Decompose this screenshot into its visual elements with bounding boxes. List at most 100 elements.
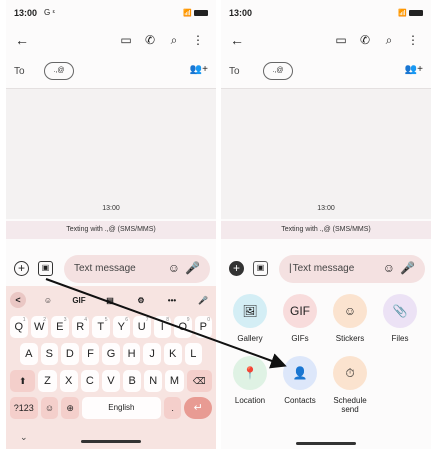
video-call-icon[interactable]: ▭ — [118, 32, 134, 48]
key-hint: 3 — [63, 317, 67, 323]
key-e[interactable]: E3 — [51, 316, 69, 338]
key-a[interactable]: A — [20, 343, 38, 365]
emoji-key[interactable]: ☺ — [40, 397, 59, 419]
key-u[interactable]: U7 — [133, 316, 151, 338]
keyboard-row-3: ⬆ Z X C V B N M ⌫ — [10, 370, 212, 392]
period-key[interactable]: . — [163, 397, 182, 419]
attach-location-button[interactable]: 📍 Location — [227, 356, 273, 405]
call-icon[interactable]: ✆ — [357, 32, 373, 48]
emoji-icon[interactable]: ☺ — [168, 261, 180, 275]
emoji-icon[interactable]: ☺ — [383, 261, 395, 275]
schedule-send-icon: ⏱ — [333, 356, 367, 390]
key-k[interactable]: K — [163, 343, 182, 365]
add-contact-icon[interactable]: 👥+ — [405, 64, 423, 75]
attach-contacts-button[interactable]: 👤 Contacts — [277, 356, 323, 405]
key-m[interactable]: M — [165, 370, 184, 392]
keyboard-row-1: Q1W2E3R4T5Y6U7I8O9P0 — [10, 316, 212, 338]
stickers-icon: ☺ — [333, 294, 367, 328]
key-t[interactable]: T5 — [92, 316, 110, 338]
search-icon[interactable]: ⌕ — [166, 32, 182, 48]
clipboard-icon[interactable]: ▤ — [101, 296, 119, 305]
mic-icon[interactable]: 🎤 — [400, 261, 415, 275]
message-placeholder: Text message — [289, 263, 355, 274]
key-n[interactable]: N — [144, 370, 163, 392]
key-r[interactable]: R4 — [71, 316, 89, 338]
key-g[interactable]: G — [102, 343, 120, 365]
settings-icon[interactable]: ⚙ — [132, 296, 150, 305]
key-hint: 5 — [104, 317, 108, 323]
key-w[interactable]: W2 — [30, 316, 48, 338]
status-time: 13:00 — [14, 8, 38, 18]
key-s[interactable]: S — [40, 343, 59, 365]
gif-button[interactable]: GIF — [70, 296, 88, 305]
video-call-icon[interactable]: ▭ — [333, 32, 349, 48]
shift-key[interactable]: ⬆ — [10, 370, 36, 392]
key-j[interactable]: J — [143, 343, 161, 365]
back-icon[interactable]: ← — [229, 32, 245, 48]
key-o[interactable]: O9 — [174, 316, 192, 338]
key-f[interactable]: F — [81, 343, 100, 365]
recipient-chip[interactable]: .,@ — [44, 62, 74, 80]
key-d[interactable]: D — [61, 343, 79, 365]
key-l[interactable]: L — [184, 343, 203, 365]
texting-banner: Texting with .,@ (SMS/MMS) — [221, 221, 431, 239]
attach-stickers-button[interactable]: ☺ Stickers — [327, 294, 373, 343]
key-hint: 7 — [145, 317, 149, 323]
attach-files-button[interactable]: 📎 Files — [377, 294, 423, 343]
message-input[interactable]: Text message ☺ 🎤 — [279, 255, 425, 283]
key-v[interactable]: V — [101, 370, 121, 392]
key-x[interactable]: X — [59, 370, 78, 392]
key-p[interactable]: P0 — [194, 316, 212, 338]
status-icons: 📶 — [398, 9, 423, 17]
backspace-key[interactable]: ⌫ — [186, 370, 212, 392]
mic-icon[interactable]: 🎤 — [185, 261, 200, 275]
signal-icon: 📶 — [398, 10, 407, 17]
add-attachment-icon[interactable]: + — [14, 261, 29, 276]
more-options-icon[interactable]: ⋮ — [190, 32, 206, 48]
gallery-icon[interactable]: ▣ — [253, 261, 268, 276]
home-gesture-bar[interactable] — [81, 440, 141, 443]
hide-keyboard-icon[interactable]: ⌄ — [20, 432, 28, 443]
conversation-area — [6, 89, 216, 219]
attach-label: Location — [234, 396, 266, 405]
to-label: To — [14, 66, 25, 77]
symbols-key[interactable]: ?123 — [10, 397, 38, 419]
attach-gifs-button[interactable]: GIF GIFs — [277, 294, 323, 343]
key-y[interactable]: Y6 — [112, 316, 130, 338]
files-icon: 📎 — [383, 294, 417, 328]
more-options-icon[interactable]: ⋮ — [405, 32, 421, 48]
keyboard-collapse-icon[interactable]: < — [10, 292, 26, 308]
battery-icon — [409, 10, 423, 16]
gallery-icon[interactable]: ▣ — [38, 261, 53, 276]
sticker-icon[interactable]: ☺ — [39, 296, 57, 305]
key-hint: 8 — [166, 317, 169, 323]
attach-label: Contacts — [284, 396, 316, 405]
message-placeholder: Text message — [74, 263, 136, 274]
recipient-chip[interactable]: .,@ — [263, 62, 293, 80]
more-icon[interactable]: ••• — [163, 296, 181, 305]
language-globe-key[interactable]: ⊕ — [61, 397, 79, 419]
home-gesture-bar[interactable] — [296, 442, 356, 445]
add-contact-icon[interactable]: 👥+ — [190, 64, 208, 75]
add-attachment-icon[interactable]: + — [229, 261, 244, 276]
message-timestamp: 13:00 — [317, 205, 335, 212]
enter-key[interactable]: ↵ — [184, 397, 213, 419]
voice-typing-icon[interactable]: 🎤 — [194, 296, 212, 305]
key-i[interactable]: I8 — [153, 316, 171, 338]
attach-schedule-send-button[interactable]: ⏱ Schedule send — [327, 356, 373, 414]
key-hint: 0 — [207, 317, 210, 323]
key-q[interactable]: Q1 — [10, 316, 28, 338]
key-h[interactable]: H — [122, 343, 141, 365]
location-icon: 📍 — [233, 356, 267, 390]
space-key[interactable]: English — [82, 397, 161, 419]
back-icon[interactable]: ← — [14, 32, 30, 48]
message-input[interactable]: Text message ☺ 🎤 — [64, 255, 210, 283]
attach-label: Files — [391, 334, 409, 343]
keyboard-row-4: ?123 ☺ ⊕ English . ↵ — [10, 397, 213, 419]
key-c[interactable]: C — [80, 370, 99, 392]
key-z[interactable]: Z — [38, 370, 57, 392]
call-icon[interactable]: ✆ — [142, 32, 158, 48]
attach-gallery-button[interactable]: 🖼 Gallery — [227, 294, 273, 343]
key-b[interactable]: B — [123, 370, 142, 392]
search-icon[interactable]: ⌕ — [381, 32, 397, 48]
